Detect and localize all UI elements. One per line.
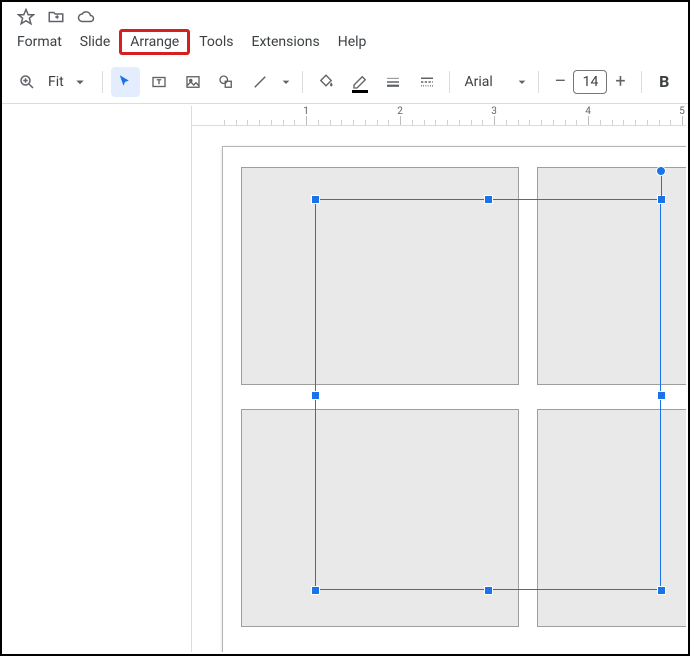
editor-area: 1 2 3 4 5: [4, 106, 686, 652]
zoom-level[interactable]: Fit: [44, 74, 68, 90]
separator: [449, 71, 450, 93]
menu-extensions[interactable]: Extensions: [243, 30, 329, 54]
border-dash-icon[interactable]: [412, 67, 442, 97]
cloud-status-icon[interactable]: [76, 7, 96, 27]
image-tool-icon[interactable]: [178, 67, 208, 97]
separator: [102, 71, 103, 93]
menu-tools[interactable]: Tools: [190, 30, 242, 54]
menu-slide[interactable]: Slide: [71, 30, 119, 54]
slide-canvas[interactable]: [222, 146, 686, 652]
font-family-name: Arial: [458, 74, 508, 90]
font-size-group: – 14 +: [547, 69, 633, 95]
zoom-icon[interactable]: [12, 67, 42, 97]
canvas-area[interactable]: 1 2 3 4 5: [192, 106, 686, 652]
menu-arrange[interactable]: Arrange: [119, 29, 190, 55]
separator: [641, 71, 642, 93]
shape-rectangle[interactable]: [241, 409, 519, 627]
font-family-group[interactable]: Arial: [458, 67, 530, 97]
move-to-folder-icon[interactable]: [46, 7, 66, 27]
menu-help[interactable]: Help: [329, 30, 376, 54]
selection-handle[interactable]: [484, 195, 493, 204]
selection-handle[interactable]: [311, 195, 320, 204]
border-weight-icon[interactable]: [378, 67, 408, 97]
selection-handle[interactable]: [311, 391, 320, 400]
line-tool-icon[interactable]: [245, 67, 275, 97]
rotation-handle[interactable]: [656, 166, 666, 176]
shape-rectangle[interactable]: [241, 167, 519, 385]
menu-bar: Format Slide Arrange Tools Extensions He…: [2, 28, 688, 60]
selection-handle[interactable]: [484, 586, 493, 595]
zoom-group: Fit: [12, 67, 94, 97]
border-color-icon[interactable]: [345, 67, 375, 97]
title-bar-icons: [2, 2, 688, 28]
bold-button[interactable]: B: [650, 68, 678, 96]
selection-handle[interactable]: [311, 586, 320, 595]
shape-tool-icon[interactable]: [211, 67, 241, 97]
selection-handle[interactable]: [657, 586, 666, 595]
ruler-label: 5: [679, 106, 685, 117]
slide-panel-gutter: [4, 106, 192, 652]
select-tool-icon[interactable]: [111, 67, 141, 97]
font-dropdown-icon: [514, 67, 530, 97]
font-size-decrease-button[interactable]: –: [547, 69, 573, 95]
font-size-input[interactable]: 14: [573, 70, 607, 94]
ruler-label: 2: [397, 106, 403, 117]
separator: [538, 71, 539, 93]
font-size-increase-button[interactable]: +: [607, 69, 633, 95]
textbox-tool-icon[interactable]: [144, 67, 174, 97]
line-tool-dropdown-icon[interactable]: [278, 67, 294, 97]
menu-format[interactable]: Format: [8, 30, 71, 54]
star-icon[interactable]: [16, 7, 36, 27]
horizontal-ruler: 1 2 3 4 5: [192, 106, 686, 126]
fill-color-icon[interactable]: [311, 67, 341, 97]
ruler-label: 3: [491, 106, 497, 117]
zoom-dropdown-icon[interactable]: [70, 67, 90, 97]
separator: [302, 71, 303, 93]
ruler-label: 1: [303, 106, 309, 117]
toolbar: Fit Arial –: [2, 60, 688, 104]
ruler-label: 4: [585, 106, 591, 117]
selection-handle[interactable]: [657, 391, 666, 400]
